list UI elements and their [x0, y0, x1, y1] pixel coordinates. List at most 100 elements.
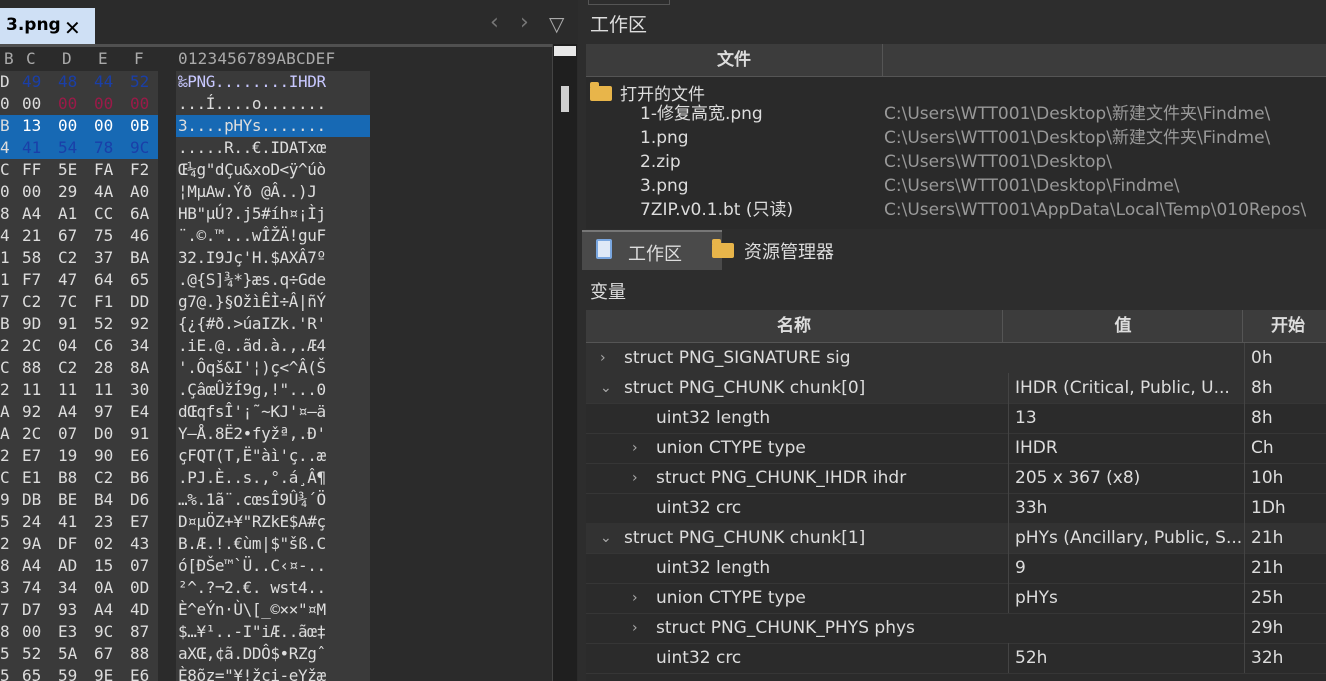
ascii-row[interactable]: È8õz="¥!žçi-eYžæ — [176, 665, 370, 681]
hex-row[interactable]: A 92 A4 97 E4 — [0, 401, 158, 423]
ascii-row[interactable]: D¤µÖZ+¥"RZkE$A#ç — [176, 511, 370, 533]
hex-row[interactable]: 2 11 11 11 30 — [0, 379, 158, 401]
hex-byte[interactable]: 0 — [0, 93, 10, 115]
hex-byte[interactable]: 88 — [130, 643, 149, 665]
file-tab-3png[interactable]: 3.png ✕ — [0, 8, 95, 45]
ascii-row[interactable]: Œ¼g"dÇu&xoD<ÿ^úò — [176, 159, 370, 181]
hex-byte[interactable]: 92 — [22, 401, 41, 423]
value-column-header[interactable]: 值 — [1002, 310, 1243, 342]
hex-byte[interactable]: C2 — [22, 291, 41, 313]
hex-byte[interactable]: C2 — [58, 247, 77, 269]
variable-row[interactable]: › struct PNG_CHUNK_IHDR ihdr 205 x 367 (x8… — [586, 463, 1326, 494]
hex-byte[interactable]: 41 — [22, 137, 41, 159]
hex-byte[interactable]: 9D — [22, 313, 41, 335]
file-column-header[interactable]: 文件 — [586, 44, 883, 76]
hex-row[interactable]: 0 00 00 00 00 — [0, 93, 158, 115]
close-icon[interactable]: ✕ — [64, 16, 81, 40]
hex-byte[interactable]: 90 — [94, 445, 113, 467]
hex-byte[interactable]: 1 — [0, 247, 10, 269]
hex-byte[interactable]: 4A — [94, 181, 113, 203]
hex-byte[interactable]: 65 — [130, 269, 149, 291]
hex-byte[interactable]: 9E — [94, 665, 113, 681]
name-column-header[interactable]: 名称 — [586, 310, 1002, 342]
hex-row[interactable]: C 88 C2 28 8A — [0, 357, 158, 379]
hex-byte[interactable]: D — [0, 71, 10, 93]
hex-byte[interactable]: 52 — [130, 71, 149, 93]
hex-row[interactable]: 2 E7 19 90 E6 — [0, 445, 158, 467]
variable-row[interactable]: uint32 length 13 8h — [586, 403, 1326, 434]
variable-row[interactable]: ⌄ struct PNG_CHUNK chunk[0] IHDR (Critical… — [586, 373, 1326, 404]
hex-byte[interactable]: E7 — [130, 511, 149, 533]
hex-byte[interactable]: 0B — [130, 115, 149, 137]
hex-byte[interactable]: A4 — [94, 599, 113, 621]
ascii-row[interactable]: dŒqfsÎ'¡˜~KJ'¤—ä — [176, 401, 370, 423]
ascii-row[interactable]: ¨.©.™...wÎŽÄ!guF — [176, 225, 370, 247]
hex-byte[interactable]: 48 — [58, 71, 77, 93]
ascii-row[interactable]: ...Í....o....... — [176, 93, 370, 115]
hex-byte[interactable]: F7 — [22, 269, 41, 291]
hex-byte[interactable]: 5 — [0, 665, 10, 681]
chevron-left-icon[interactable]: ‹ — [490, 10, 499, 35]
hex-byte[interactable]: 23 — [94, 511, 113, 533]
ascii-row[interactable]: …%.1ã¨.cœsÎ9Û¾´Ö — [176, 489, 370, 511]
start-column-header[interactable]: 开始 — [1242, 310, 1326, 342]
hex-byte[interactable]: FA — [94, 159, 113, 181]
hex-byte[interactable]: 2C — [22, 335, 41, 357]
hex-byte[interactable]: F2 — [130, 159, 149, 181]
hex-byte[interactable]: DB — [22, 489, 41, 511]
hex-byte[interactable]: CC — [94, 203, 113, 225]
hex-byte[interactable]: E6 — [130, 665, 149, 681]
ascii-row[interactable]: '.Ôqš&I'¦)ç<^Â(Š — [176, 357, 370, 379]
hex-row[interactable]: 4 21 67 75 46 — [0, 225, 158, 247]
hex-byte[interactable]: 91 — [130, 423, 149, 445]
hex-row[interactable]: 8 A4 AD 15 07 — [0, 555, 158, 577]
hex-byte[interactable]: 9C — [130, 137, 149, 159]
hex-byte[interactable]: 2 — [0, 379, 10, 401]
hex-byte[interactable]: F1 — [94, 291, 113, 313]
chevron-right-icon[interactable]: › — [632, 433, 638, 463]
hex-byte[interactable]: 8 — [0, 621, 10, 643]
hex-byte[interactable]: C — [0, 357, 10, 379]
hex-byte[interactable]: 9C — [94, 621, 113, 643]
hex-bytes-column[interactable]: D 49 48 44 52 0 00 00 00 00 B 13 00 00 0B 4 41 54 78 9C C FF 5… — [0, 71, 158, 681]
hex-byte[interactable]: 28 — [94, 357, 113, 379]
hex-byte[interactable]: 49 — [22, 71, 41, 93]
hex-byte[interactable]: 00 — [94, 93, 113, 115]
hex-byte[interactable]: FF — [22, 159, 41, 181]
hex-byte[interactable]: A4 — [22, 555, 41, 577]
ascii-column[interactable]: ‰PNG........IHDR ...Í....o....... 3....pHY… — [176, 71, 370, 681]
hex-row[interactable]: 9 DB BE B4 D6 — [0, 489, 158, 511]
tab-workspace[interactable]: 工作区 — [582, 230, 722, 270]
hex-byte[interactable]: 4 — [0, 225, 10, 247]
hex-byte[interactable]: E6 — [130, 445, 149, 467]
hex-row[interactable]: 1 F7 47 64 65 — [0, 269, 158, 291]
ascii-row[interactable]: Y–Å.8Ë2•fyžª,.Ð' — [176, 423, 370, 445]
hex-byte[interactable]: 00 — [94, 115, 113, 137]
hex-byte[interactable]: 4D — [130, 599, 149, 621]
hex-byte[interactable]: 0A — [94, 577, 113, 599]
hex-byte[interactable]: 1 — [0, 269, 10, 291]
hex-byte[interactable]: 19 — [58, 445, 77, 467]
hex-byte[interactable]: 8 — [0, 203, 10, 225]
hex-byte[interactable]: C — [0, 467, 10, 489]
hex-row[interactable]: B 9D 91 52 92 — [0, 313, 158, 335]
variable-row[interactable]: › struct PNG_SIGNATURE sig 0h — [586, 343, 1326, 374]
variable-row[interactable]: › union CTYPE type IHDR Ch — [586, 433, 1326, 464]
hex-byte[interactable]: A4 — [22, 203, 41, 225]
hex-byte[interactable]: 6A — [130, 203, 149, 225]
hex-byte[interactable]: C6 — [94, 335, 113, 357]
chevron-right-icon[interactable]: › — [600, 343, 606, 373]
hex-byte[interactable]: 34 — [130, 335, 149, 357]
hex-byte[interactable]: 93 — [58, 599, 77, 621]
file-list-item[interactable]: 1.png C:\Users\WTT001\Desktop\新建文件夹\Findm… — [586, 126, 1326, 150]
ascii-row[interactable]: g7@.}§OžìÊÌ÷Â|ñÝ — [176, 291, 370, 313]
hex-byte[interactable]: 0 — [0, 181, 10, 203]
hex-byte[interactable]: 00 — [58, 115, 77, 137]
hex-byte[interactable]: 24 — [22, 511, 41, 533]
hex-row[interactable]: C FF 5E FA F2 — [0, 159, 158, 181]
hex-byte[interactable]: 67 — [58, 225, 77, 247]
hex-byte[interactable]: 75 — [94, 225, 113, 247]
hex-byte[interactable]: E1 — [22, 467, 41, 489]
variable-row[interactable]: › struct PNG_CHUNK_PHYS phys 29h — [586, 613, 1326, 644]
chevron-right-icon[interactable]: › — [632, 613, 638, 643]
